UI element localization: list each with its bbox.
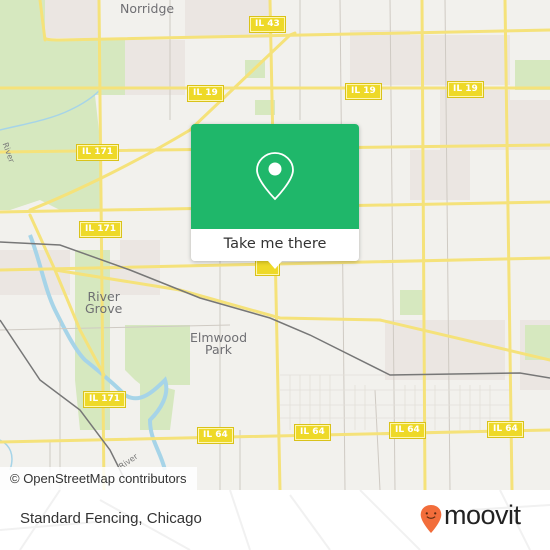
route-shield-il43: IL 43 [249,16,286,33]
route-shield-il64: IL 64 [197,427,234,444]
route-shield-il171: IL 171 [78,221,123,238]
route-shield-il19: IL 19 [345,83,382,100]
moovit-brand: moovit [444,500,521,530]
map[interactable]: Norridge River Grove Elmwood Park River Ri… [0,0,550,490]
route-shield-il171: IL 171 [82,391,127,408]
place-name: Standard Fencing, Chicago [20,510,202,527]
destination-popup[interactable]: Take me there [191,124,359,269]
location-pin-icon [256,152,294,201]
place-label-river-grove: River Grove [85,289,123,316]
route-shield-il64: IL 64 [294,424,331,441]
popup-header [191,124,359,229]
route-shield-il64: IL 64 [487,421,524,438]
route-shield-il19: IL 19 [187,85,224,102]
place-label-elmwood-park: Elmwood Park [190,330,248,357]
popup-pointer [268,261,282,269]
take-me-there-button[interactable]: Take me there [191,229,359,261]
map-attribution[interactable]: © OpenStreetMap contributors [0,467,197,490]
moovit-logo-icon [420,504,442,534]
footer: Standard Fencing, Chicago moovit [0,490,550,550]
place-label-norridge: Norridge [120,1,175,16]
route-shield-il19: IL 19 [447,81,484,98]
route-shield-il171: IL 171 [75,144,120,161]
route-shield-il64: IL 64 [389,422,426,439]
